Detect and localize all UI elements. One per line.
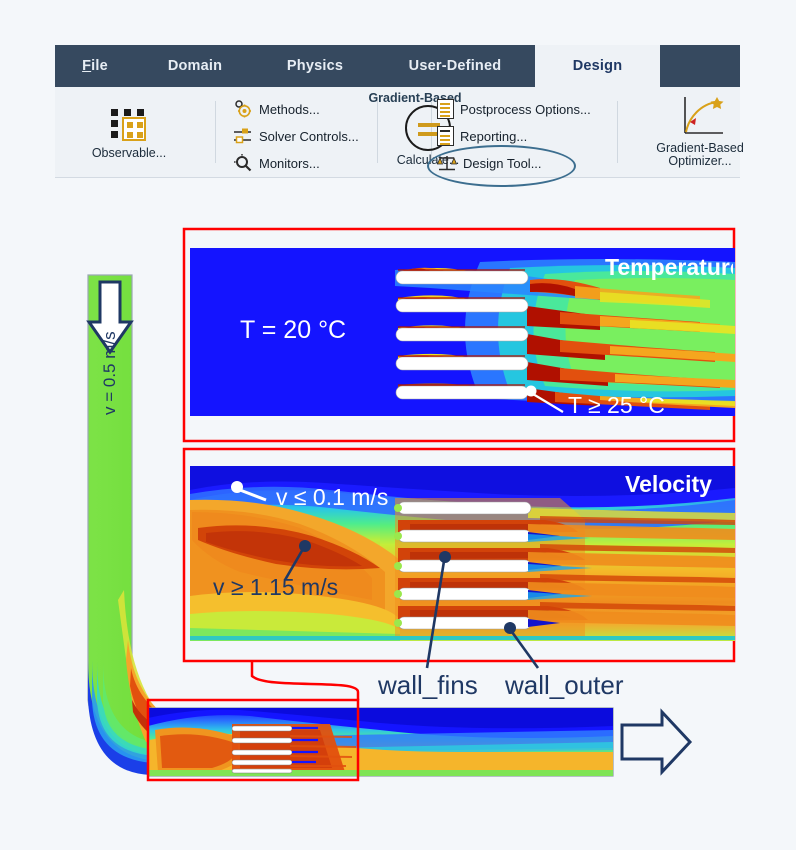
- outlet-arrow-icon: [620, 708, 693, 776]
- velocity-low-marker: [231, 481, 267, 502]
- tab-design[interactable]: Design: [535, 45, 660, 87]
- reporting-list-icon: [437, 126, 454, 146]
- ribbon: File Domain Physics User-Defined Design …: [55, 45, 744, 187]
- magnifier-icon: [233, 153, 253, 173]
- tab-user-defined[interactable]: User-Defined: [375, 45, 535, 87]
- tab-user-defined-label: User-Defined: [408, 58, 502, 74]
- bottom-channel: [147, 707, 614, 777]
- observable-button[interactable]: Observable...: [69, 107, 189, 160]
- reporting-button[interactable]: Reporting...: [437, 126, 527, 146]
- velocity-low-label: v ≤ 0.1 m/s: [276, 484, 389, 510]
- observable-grid-icon: [109, 107, 149, 141]
- velocity-panel-title: Velocity: [625, 471, 712, 497]
- gradient-based-optimizer-button[interactable]: Gradient-Based Optimizer...: [635, 95, 765, 168]
- tab-domain-label: Domain: [167, 58, 223, 74]
- postprocess-options-button[interactable]: Postprocess Options...: [437, 99, 591, 119]
- solver-controls-button[interactable]: Solver Controls...: [233, 126, 359, 146]
- optimizer-curve-icon: [675, 95, 725, 139]
- zoom-connector-line: [250, 662, 360, 700]
- temperature-panel: [182, 227, 736, 443]
- tab-file-accel: F: [82, 58, 92, 74]
- velocity-high-marker: [283, 540, 311, 581]
- optimizer-label-line2: Optimizer...: [668, 154, 732, 168]
- channel-zoom-region-box: [146, 698, 360, 782]
- methods-button[interactable]: Methods...: [233, 99, 320, 119]
- methods-button-label: Methods...: [259, 101, 320, 117]
- balance-scale-icon: [436, 153, 458, 173]
- inlet-velocity-label: v = 0.5 m/s: [100, 331, 119, 415]
- monitors-button[interactable]: Monitors...: [233, 153, 320, 173]
- ribbon-separator-4: [617, 101, 618, 163]
- tab-file[interactable]: File: [55, 45, 135, 87]
- solver-controls-button-label: Solver Controls...: [259, 128, 359, 144]
- temperature-inlet-label: T = 20 °C: [240, 316, 347, 344]
- postprocess-list-icon: [437, 99, 454, 119]
- observable-button-label: Observable...: [91, 146, 167, 160]
- wall-fins-label: wall_fins: [378, 670, 478, 700]
- design-tool-button-label: Design Tool...: [463, 155, 542, 171]
- tab-physics-label: Physics: [286, 58, 344, 74]
- wall-outer-label: wall_outer: [505, 670, 624, 700]
- ribbon-separator-2: [377, 101, 378, 163]
- tab-domain[interactable]: Domain: [135, 45, 255, 87]
- velocity-high-label: v ≥ 1.15 m/s: [213, 574, 339, 600]
- temperature-panel-title: Temperature: [605, 254, 733, 280]
- boundary-leader-lines: [425, 551, 540, 669]
- ribbon-panel-design: Gradient-Based Observable... Methods... …: [55, 87, 744, 187]
- temperature-hotspot-marker: [525, 385, 564, 413]
- methods-gear-icon: [233, 99, 253, 119]
- design-tool-button[interactable]: Design Tool...: [436, 153, 542, 173]
- velocity-panel: [182, 447, 736, 663]
- tab-physics[interactable]: Physics: [255, 45, 375, 87]
- tab-file-rest: ile: [91, 58, 108, 74]
- ribbon-tab-bar: File Domain Physics User-Defined Design: [55, 45, 740, 87]
- ribbon-separator-1: [215, 101, 216, 163]
- sliders-icon: [233, 126, 253, 146]
- monitors-button-label: Monitors...: [259, 155, 320, 171]
- temperature-hotspot-label: T ≥ 25 °C: [568, 392, 665, 418]
- reporting-button-label: Reporting...: [460, 128, 528, 144]
- postprocess-options-button-label: Postprocess Options...: [460, 101, 591, 117]
- tab-design-label: Design: [572, 58, 623, 74]
